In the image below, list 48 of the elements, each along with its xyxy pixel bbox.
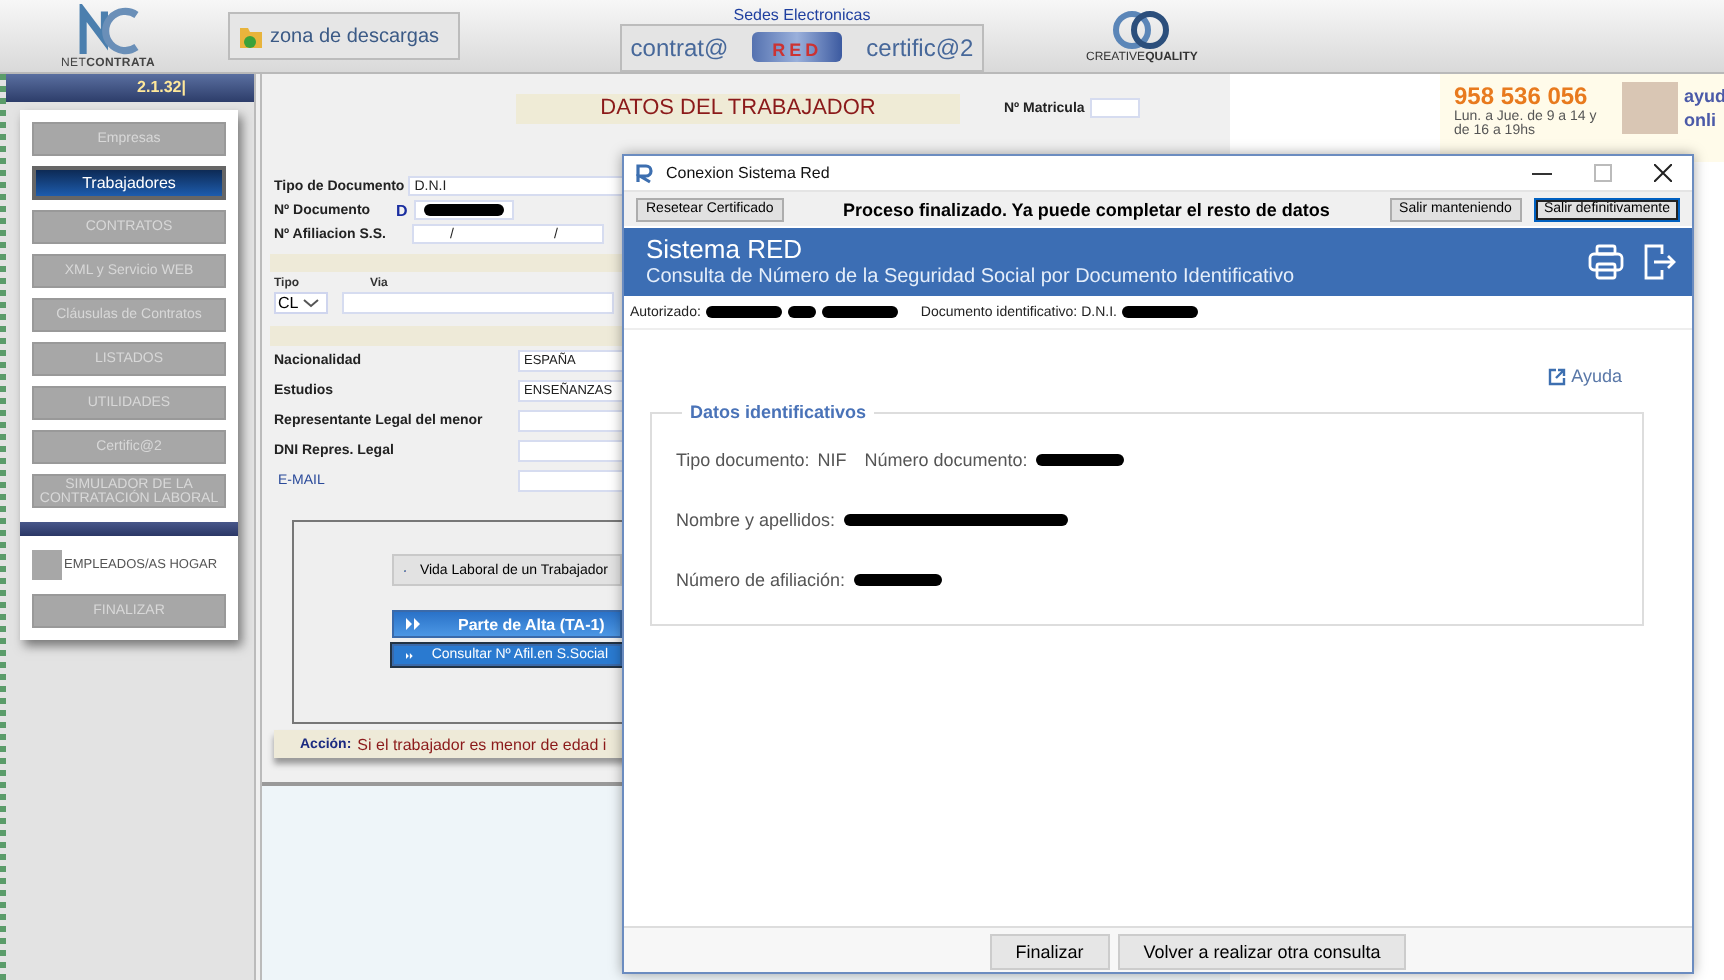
version-bar: 2.1.32| bbox=[6, 74, 254, 102]
sede-link[interactable]: certific@2 bbox=[866, 33, 974, 61]
checkbox[interactable] bbox=[32, 550, 62, 580]
redaction-mark bbox=[1122, 306, 1199, 318]
group-legend: Datos identificativos bbox=[682, 402, 875, 422]
input-field[interactable] bbox=[342, 292, 614, 314]
data-label: Tipo documento: bbox=[676, 450, 810, 470]
status-message: Proceso finalizado. Ya puede completar el resto de datos bbox=[840, 199, 1332, 219]
help-link[interactable]: Ayuda bbox=[1547, 366, 1622, 386]
printer-icon[interactable] bbox=[1588, 244, 1624, 280]
ad-text: onli bbox=[1684, 110, 1718, 130]
dialog-button[interactable]: Finalizar bbox=[989, 934, 1110, 970]
external-link-icon bbox=[1547, 367, 1566, 385]
exit-icon[interactable] bbox=[1644, 244, 1676, 280]
input-field[interactable] bbox=[1090, 98, 1141, 118]
sidebar-item[interactable]: Trabajadores bbox=[32, 166, 226, 200]
logo-mark-icon bbox=[1111, 8, 1172, 52]
band-subtitle: Consulta de Número de la Seguridad Social por Documento Identificativo bbox=[646, 263, 1297, 289]
downloads-button[interactable]: zona de descargas bbox=[228, 12, 460, 60]
phone-number: 958 536 056 bbox=[1454, 82, 1590, 110]
band-title: Sistema RED bbox=[646, 235, 805, 263]
select-field[interactable]: CL bbox=[274, 292, 328, 314]
data-label: Número documento: bbox=[864, 450, 1028, 470]
data-label: Nombre y apellidos: bbox=[676, 510, 836, 530]
folder-icon bbox=[238, 22, 264, 50]
data-label: Número de afiliación: bbox=[676, 570, 846, 590]
maximize-icon[interactable] bbox=[1594, 164, 1612, 182]
double-arrow-icon bbox=[406, 618, 422, 630]
redaction-mark bbox=[424, 204, 504, 216]
redaction-mark bbox=[706, 306, 783, 318]
sede-link[interactable]: contrat@ bbox=[630, 33, 729, 61]
form-title: DATOS DEL TRABAJADOR bbox=[516, 93, 960, 123]
document-prefix: D bbox=[396, 201, 410, 219]
dialog-button[interactable]: Volver a realizar otra consulta bbox=[1117, 934, 1407, 970]
sedes-title: Sedes Electronicas bbox=[733, 5, 871, 23]
logo-mark-icon bbox=[76, 3, 140, 57]
data-value: NIF bbox=[817, 450, 847, 470]
notice-text: Si el trabajador es menor de edad i bbox=[357, 735, 607, 753]
close-icon[interactable] bbox=[1654, 164, 1672, 182]
redaction-mark bbox=[788, 306, 817, 318]
double-arrow-icon bbox=[406, 649, 414, 661]
app-icon bbox=[636, 163, 656, 183]
redaction-mark bbox=[822, 306, 899, 318]
input-field[interactable] bbox=[414, 200, 514, 220]
window-title: Conexion Sistema Red bbox=[666, 164, 830, 182]
photo-placeholder bbox=[1622, 82, 1678, 134]
caret-icon bbox=[302, 296, 321, 310]
action-button[interactable]: Parte de Alta (TA-1) bbox=[392, 610, 622, 638]
